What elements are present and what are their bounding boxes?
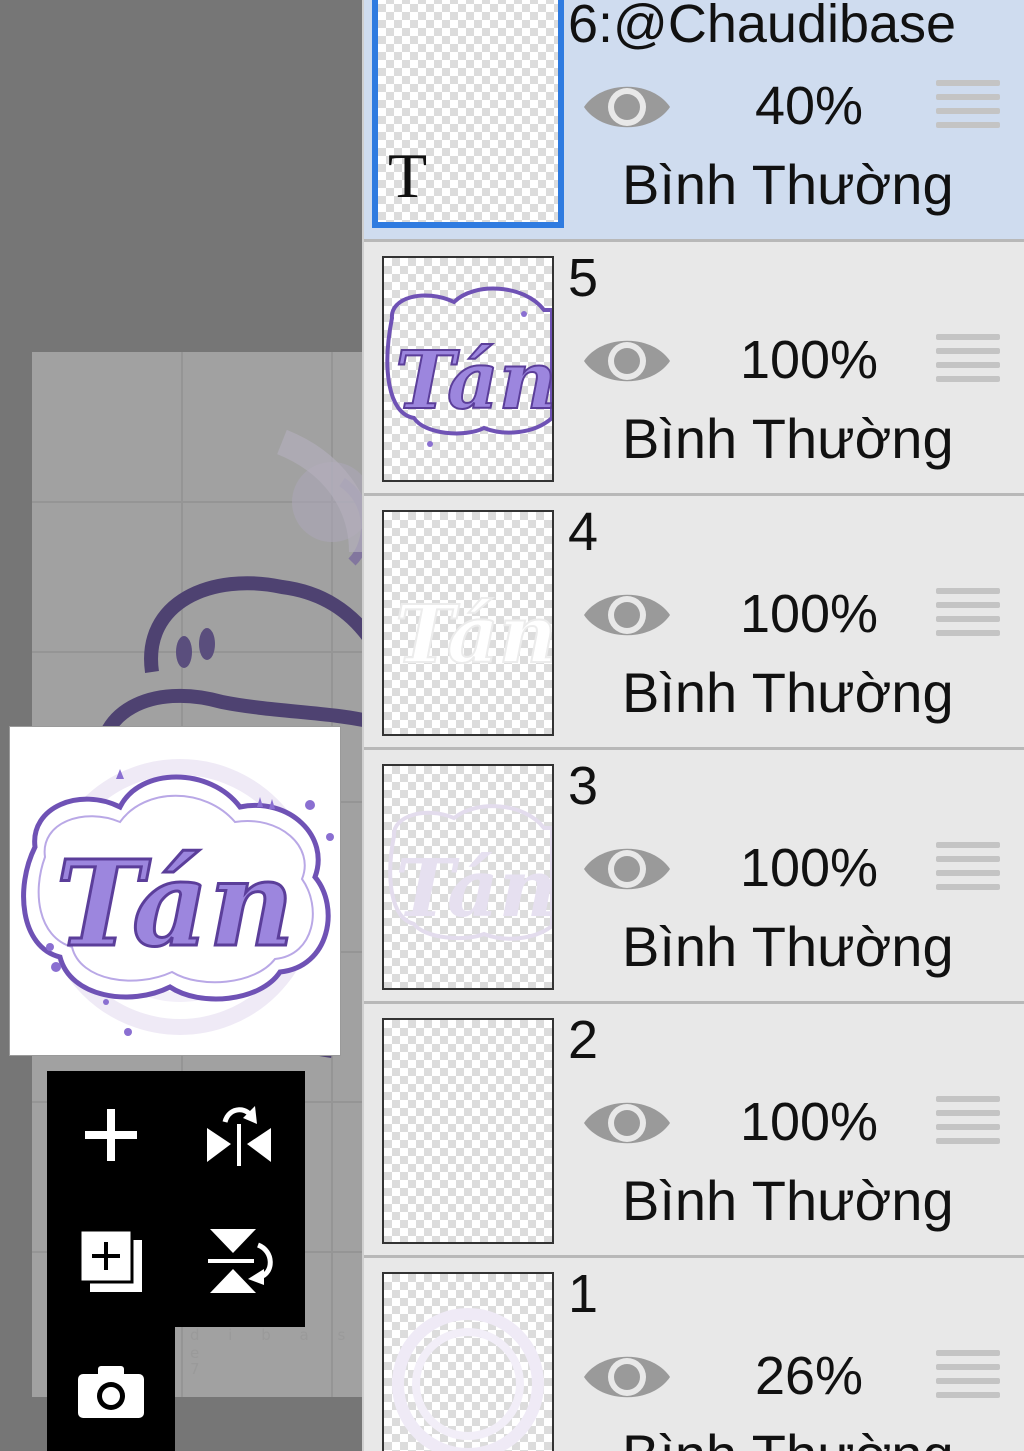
drag-handle-icon[interactable]: [936, 588, 1000, 640]
canvas-area[interactable]: Tán d i b a s e 7: [0, 0, 362, 1451]
layer-row-6[interactable]: T 6:@Chaudibase 40% Bình Thường: [364, 0, 1024, 242]
tool-palette-extension: [47, 1327, 175, 1451]
flip-vertical-icon: [208, 1229, 273, 1293]
layer-row-5[interactable]: Tán 5 100% Bình Thường: [364, 242, 1024, 496]
layer-opacity[interactable]: 100%: [704, 328, 914, 392]
add-layer-copy-button[interactable]: [61, 1211, 161, 1311]
layer-row-4[interactable]: Tán 4 100% Bình Thường: [364, 496, 1024, 750]
layer-thumbnail[interactable]: Tán: [382, 764, 554, 990]
drag-handle-icon[interactable]: [936, 334, 1000, 386]
camera-icon: [78, 1366, 144, 1418]
layer-row-3[interactable]: Tán 3 100% Bình Thường: [364, 750, 1024, 1004]
drag-handle-icon[interactable]: [936, 80, 1000, 132]
flip-horizontal-icon: [207, 1106, 271, 1166]
layer-opacity[interactable]: 26%: [704, 1344, 914, 1408]
eye-icon[interactable]: [582, 1092, 672, 1159]
layer-name: 5: [568, 248, 599, 308]
layer-thumbnail[interactable]: [382, 1018, 554, 1244]
layer-name: 1: [568, 1264, 599, 1324]
artwork-preview[interactable]: Tán: [10, 727, 340, 1055]
white-lettering-thumbnail: Tán: [394, 586, 552, 682]
preview-lettering: Tán: [56, 834, 295, 973]
eye-icon[interactable]: [582, 330, 672, 397]
layer-plus-icon: [78, 1228, 142, 1292]
layer-blend-mode[interactable]: Bình Thường: [622, 406, 954, 472]
layer-opacity[interactable]: 100%: [704, 1090, 914, 1154]
layer-opacity[interactable]: 100%: [704, 582, 914, 646]
text-layer-icon: T: [388, 140, 428, 211]
eye-icon[interactable]: [582, 838, 672, 905]
flip-horizontal-button[interactable]: [189, 1085, 289, 1185]
layer-thumbnail[interactable]: Tán: [382, 256, 554, 482]
svg-text:Tán: Tán: [395, 587, 552, 681]
layer-blend-mode[interactable]: Bình Thường: [622, 1168, 954, 1234]
layer-name: 4: [568, 502, 599, 562]
eye-icon[interactable]: [582, 76, 672, 143]
drag-handle-icon[interactable]: [936, 1096, 1000, 1148]
add-layer-button[interactable]: [61, 1085, 161, 1185]
layer-thumbnail[interactable]: Tán: [382, 510, 554, 736]
import-photo-button[interactable]: [61, 1341, 161, 1441]
eye-icon[interactable]: [582, 1346, 672, 1413]
layer-name: 6:@Chaudibase: [568, 0, 957, 54]
layer-blend-mode[interactable]: Bình Thường: [622, 660, 954, 726]
eye-icon[interactable]: [582, 584, 672, 651]
layer-opacity[interactable]: 100%: [704, 836, 914, 900]
flip-vertical-button[interactable]: [189, 1211, 289, 1311]
layer-panel[interactable]: T 6:@Chaudibase 40% Bình Thường Tán 5 10…: [362, 0, 1024, 1451]
canvas-watermark-number: 7: [190, 1360, 200, 1378]
layer-opacity[interactable]: 40%: [704, 74, 914, 138]
layer-thumbnail[interactable]: [382, 1272, 554, 1451]
purple-lettering-thumbnail: Tán: [385, 286, 552, 447]
drag-handle-icon[interactable]: [936, 842, 1000, 894]
canvas-watermark-text: d i b a s e: [190, 1326, 358, 1362]
faint-lettering-thumbnail: Tán: [388, 804, 552, 941]
layer-blend-mode[interactable]: Bình Thường: [622, 914, 954, 980]
layer-thumbnail[interactable]: T: [372, 0, 564, 228]
circle-thumbnail: [392, 1308, 544, 1451]
drag-handle-icon[interactable]: [936, 1350, 1000, 1402]
layer-row-2[interactable]: 2 100% Bình Thường: [364, 1004, 1024, 1258]
layer-name: 3: [568, 756, 599, 816]
layer-blend-mode[interactable]: Bình Thường: [622, 1422, 954, 1451]
layer-blend-mode[interactable]: Bình Thường: [622, 152, 954, 218]
plus-icon: [85, 1109, 137, 1161]
svg-text:Tán: Tán: [395, 333, 552, 427]
layer-tool-palette: [47, 1071, 305, 1327]
layer-name: 2: [568, 1010, 599, 1070]
svg-text:Tán: Tán: [395, 841, 552, 935]
layer-row-1[interactable]: 1 26% Bình Thường: [364, 1258, 1024, 1451]
